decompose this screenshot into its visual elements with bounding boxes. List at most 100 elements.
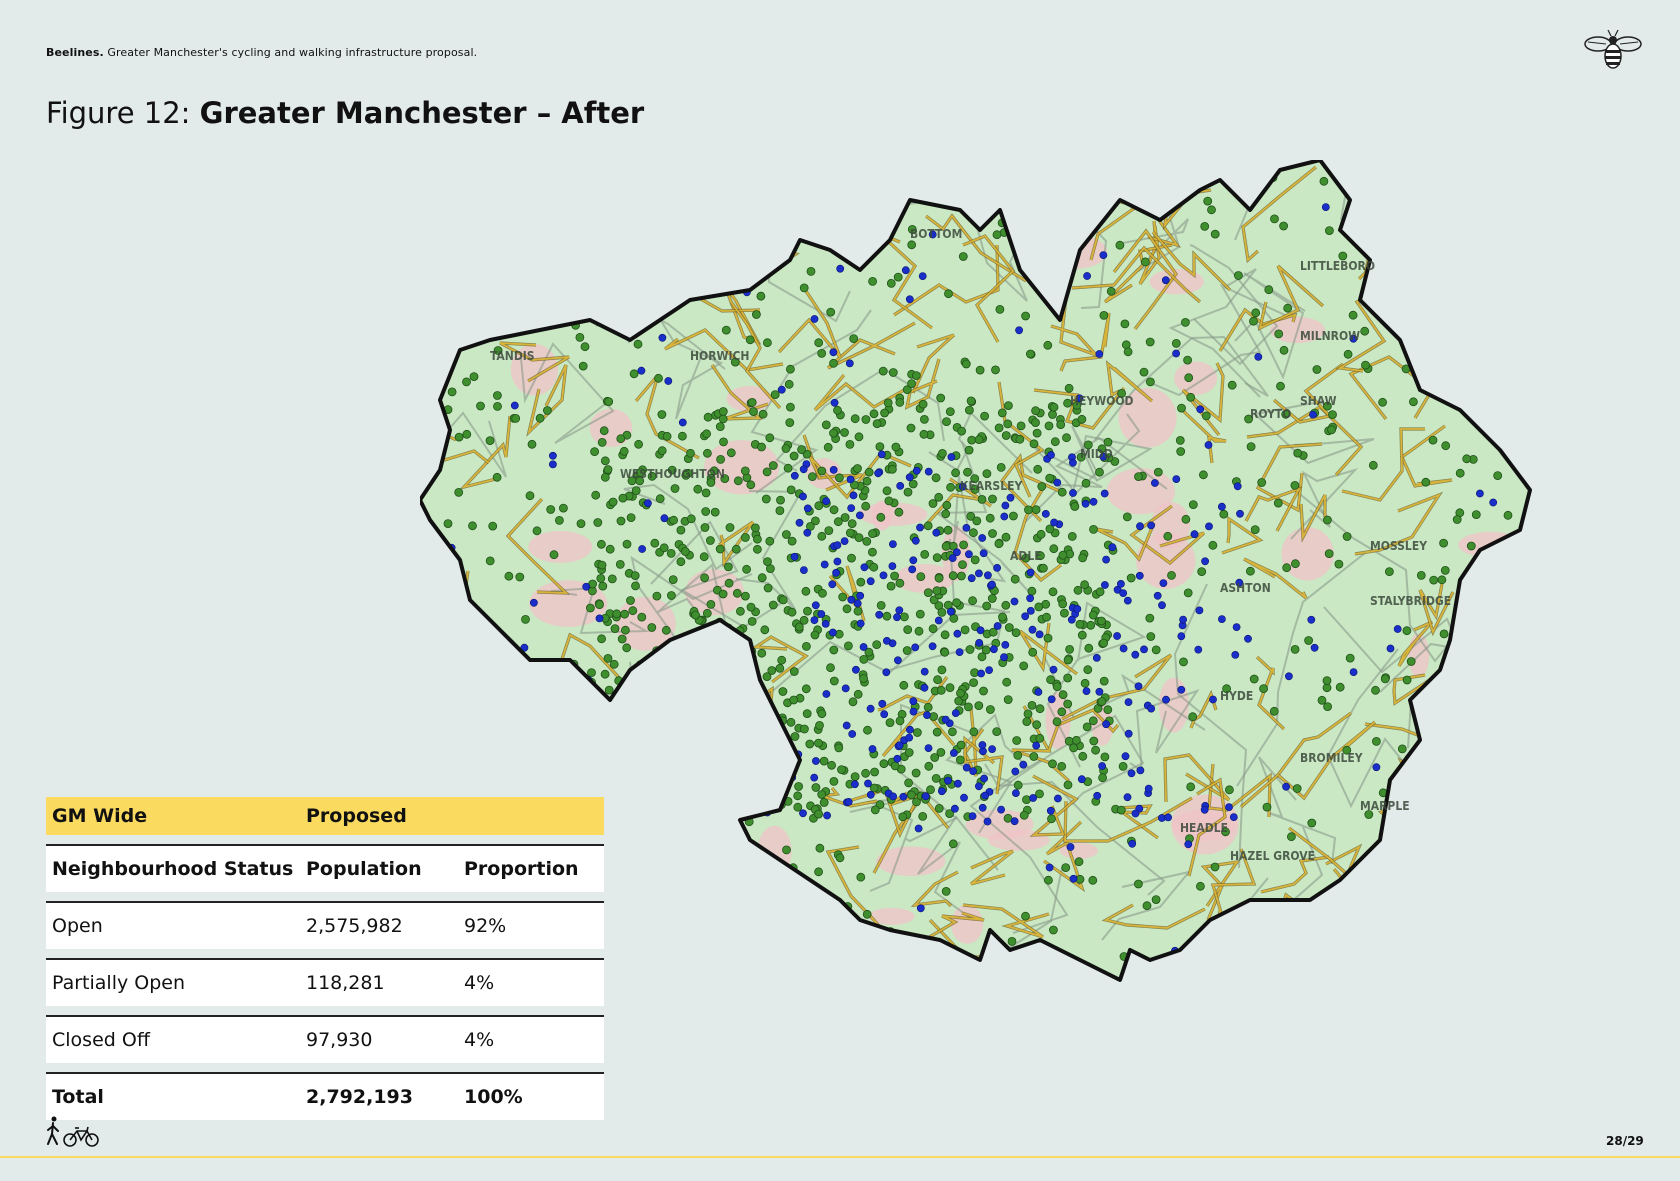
open-neighbourhood-point: [676, 557, 686, 567]
walking-person-icon: [47, 1116, 59, 1145]
open-neighbourhood-point: [1122, 512, 1132, 522]
open-neighbourhood-point: [982, 469, 992, 479]
closed-neighbourhood-point: [1468, 931, 1477, 939]
open-neighbourhood-point: [825, 224, 835, 234]
closed-neighbourhood-point: [820, 560, 829, 569]
cycle-route-outline: [542, 228, 619, 289]
closed-neighbourhood-point: [1225, 803, 1233, 811]
open-neighbourhood-point: [1293, 900, 1303, 910]
open-neighbourhood-point: [626, 596, 635, 605]
open-neighbourhood-point: [532, 526, 542, 536]
closed-neighbourhood-point: [1423, 286, 1432, 295]
closed-neighbourhood-point: [532, 310, 541, 319]
open-neighbourhood-point: [454, 432, 464, 442]
open-neighbourhood-point: [974, 701, 984, 710]
closed-neighbourhood-point: [836, 264, 845, 273]
open-neighbourhood-point: [911, 768, 921, 778]
open-neighbourhood-point: [626, 513, 636, 523]
closed-neighbourhood-point: [1134, 682, 1143, 691]
open-neighbourhood-point: [717, 243, 727, 253]
open-neighbourhood-point: [657, 410, 667, 419]
open-neighbourhood-point: [700, 637, 710, 646]
closed-neighbourhood-point: [1372, 763, 1381, 772]
closed-neighbourhood-point: [882, 668, 891, 677]
closed-neighbourhood-point: [1021, 612, 1030, 621]
open-neighbourhood-point: [932, 553, 942, 563]
closed-neighbourhood-point: [1231, 650, 1240, 659]
document-header: Beelines. Greater Manchester's cycling a…: [46, 46, 477, 59]
open-neighbourhood-point: [1126, 573, 1136, 583]
open-neighbourhood-point: [1057, 762, 1067, 771]
open-neighbourhood-point: [975, 365, 985, 375]
open-neighbourhood-point: [641, 671, 651, 680]
open-neighbourhood-point: [1044, 875, 1053, 885]
closed-neighbourhood-point: [988, 580, 996, 589]
closed-neighbourhood-point: [1200, 805, 1209, 814]
open-neighbourhood-point: [1227, 380, 1237, 390]
open-neighbourhood-point: [878, 366, 888, 376]
closed-neighbourhood-point: [484, 764, 493, 772]
open-neighbourhood-point: [628, 606, 638, 616]
open-neighbourhood-point: [717, 924, 727, 933]
open-neighbourhood-point: [937, 665, 947, 675]
open-neighbourhood-point: [1290, 480, 1300, 490]
open-neighbourhood-point: [998, 612, 1007, 622]
open-neighbourhood-point: [1269, 706, 1279, 716]
open-neighbourhood-point: [1449, 317, 1459, 327]
open-neighbourhood-point: [1098, 773, 1107, 783]
open-neighbourhood-point: [1134, 879, 1143, 889]
cycle-route: [562, 248, 658, 296]
open-neighbourhood-point: [956, 740, 966, 750]
open-neighbourhood-point: [1043, 340, 1053, 350]
open-neighbourhood-point: [1467, 907, 1477, 916]
open-neighbourhood-point: [869, 562, 879, 572]
open-neighbourhood-point: [1061, 863, 1071, 872]
open-neighbourhood-point: [1070, 502, 1080, 511]
open-neighbourhood-point: [913, 172, 923, 182]
open-neighbourhood-point: [1452, 706, 1461, 716]
open-neighbourhood-point: [1293, 448, 1303, 458]
closed-neighbourhood-point: [1001, 501, 1010, 510]
open-neighbourhood-point: [924, 761, 934, 771]
open-neighbourhood-point: [891, 442, 901, 452]
open-neighbourhood-point: [770, 390, 780, 400]
open-neighbourhood-point: [612, 609, 622, 619]
closed-neighbourhood-point: [1069, 458, 1077, 467]
open-neighbourhood-point: [919, 429, 929, 439]
open-neighbourhood-point: [969, 528, 978, 538]
open-neighbourhood-point: [744, 684, 754, 693]
road: [624, 160, 782, 263]
open-neighbourhood-point: [673, 801, 683, 811]
open-neighbourhood-point: [794, 622, 804, 632]
closed-neighbourhood-point: [1144, 784, 1153, 793]
open-neighbourhood-point: [488, 521, 498, 531]
open-neighbourhood-point: [630, 790, 640, 800]
open-neighbourhood-point: [893, 272, 903, 282]
open-neighbourhood-point: [1207, 205, 1216, 215]
open-neighbourhood-point: [640, 211, 650, 220]
closed-neighbourhood-point: [980, 774, 988, 783]
cycle-route-outline: [420, 528, 424, 579]
open-neighbourhood-point: [1046, 675, 1055, 685]
open-neighbourhood-point: [1371, 884, 1380, 894]
closed-neighbourhood-point: [1321, 203, 1330, 211]
open-neighbourhood-point: [755, 248, 764, 257]
closed-neighbourhood-point: [1128, 839, 1137, 848]
road: [651, 707, 738, 786]
open-neighbourhood-point: [938, 448, 947, 458]
open-neighbourhood-point: [1034, 602, 1044, 612]
open-neighbourhood-point: [715, 422, 725, 432]
open-neighbourhood-point: [1024, 505, 1033, 515]
open-neighbourhood-point: [941, 887, 951, 896]
open-neighbourhood-point: [942, 500, 952, 510]
closed-neighbourhood-point: [1467, 687, 1476, 695]
open-neighbourhood-point: [1296, 949, 1305, 959]
cycle-route-outline: [1502, 160, 1530, 167]
open-neighbourhood-point: [430, 707, 440, 716]
open-neighbourhood-point: [750, 720, 760, 729]
open-neighbourhood-point: [810, 630, 820, 640]
closed-neighbourhood-point: [1102, 720, 1110, 729]
closed-neighbourhood-point: [1131, 650, 1140, 659]
header-proposed: Proposed: [300, 797, 458, 835]
open-neighbourhood-point: [1439, 629, 1449, 639]
